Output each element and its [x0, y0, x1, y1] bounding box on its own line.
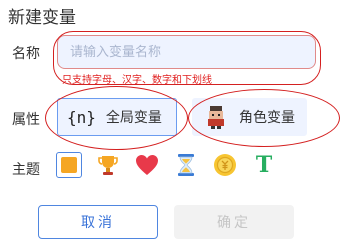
theme-option-square[interactable] [56, 152, 82, 178]
name-label: 名称 [12, 46, 40, 62]
hourglass-icon [175, 153, 197, 177]
name-hint: 只支持字母、汉字、数字和下划线 [62, 75, 212, 86]
theme-option-coin[interactable] [212, 152, 238, 178]
attribute-label: 属性 [12, 112, 40, 128]
theme-option-letter-t[interactable]: T [251, 152, 277, 178]
theme-option-trophy[interactable] [95, 152, 121, 178]
theme-option-hourglass[interactable] [173, 152, 199, 178]
heart-icon [135, 154, 159, 176]
name-input[interactable] [68, 43, 315, 61]
orange-square-icon [61, 157, 77, 173]
attribute-option-role-label: 角色变量 [239, 110, 295, 126]
attribute-option-role[interactable]: 角色变量 [192, 98, 307, 136]
character-icon [205, 105, 227, 129]
letter-t-icon: T [255, 152, 273, 178]
theme-option-heart[interactable] [134, 152, 160, 178]
trophy-icon [96, 153, 120, 177]
coin-icon [213, 153, 237, 177]
attribute-option-global[interactable]: {n} 全局变量 [57, 98, 177, 136]
cancel-button[interactable]: 取消 [38, 205, 158, 239]
confirm-button[interactable]: 确定 [174, 205, 294, 239]
braces-n-icon: {n} [67, 107, 96, 127]
dialog-title: 新建变量 [8, 8, 76, 28]
name-input-box[interactable] [57, 35, 316, 69]
theme-label: 主题 [12, 162, 40, 178]
attribute-option-global-label: 全局变量 [105, 110, 162, 126]
